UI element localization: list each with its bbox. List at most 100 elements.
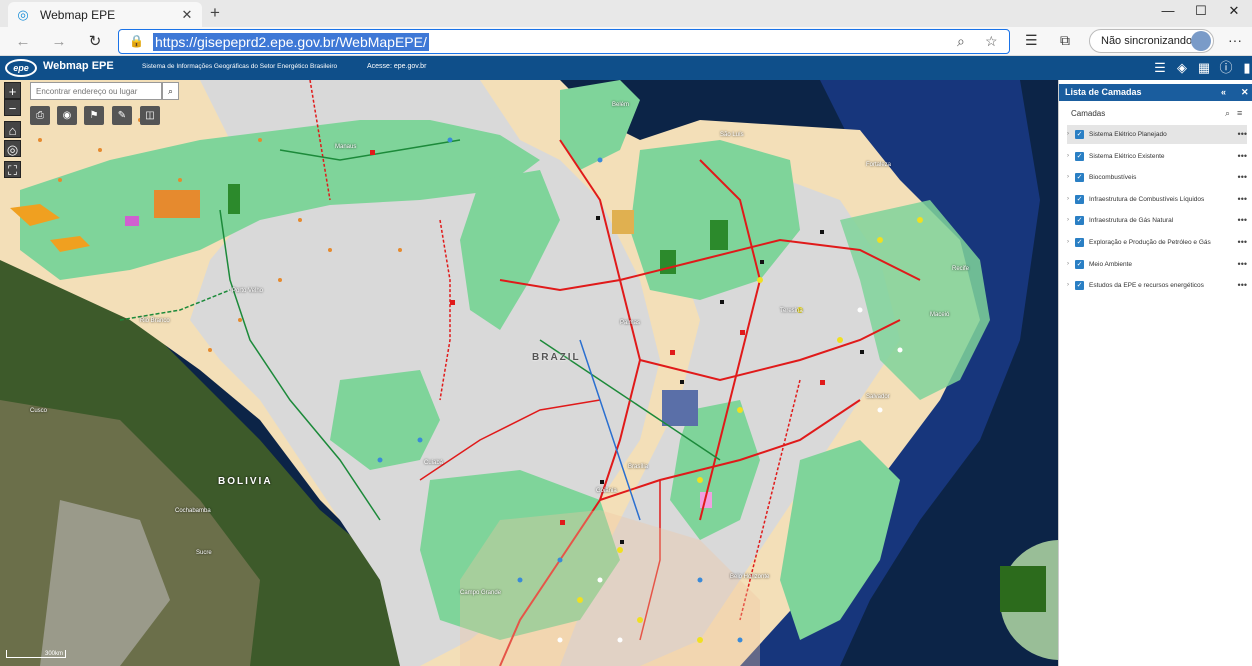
layer-checkbox[interactable]: ✓	[1075, 238, 1084, 247]
expand-chevron-icon[interactable]: ›	[1067, 276, 1069, 295]
layer-item[interactable]: › ✓ Estudos da EPE e recursos energéticos •…	[1067, 276, 1247, 295]
locate-icon[interactable]: ◎	[4, 140, 21, 157]
new-tab-button[interactable]: +	[206, 4, 224, 22]
city-label: Goiânia	[596, 488, 617, 494]
swipe-compare-icon[interactable]: ◫	[140, 106, 160, 125]
expand-chevron-icon[interactable]: ›	[1067, 190, 1069, 209]
address-bar: ← → ↻ 🔒 https://gisepeprd2.epe.gov.br/We…	[0, 27, 1252, 56]
close-window-button[interactable]: ✕	[1216, 0, 1252, 22]
zoom-in-button[interactable]: +	[4, 82, 21, 99]
expand-chevron-icon[interactable]: ›	[1067, 168, 1069, 187]
layer-checkbox[interactable]: ✓	[1075, 151, 1084, 161]
layer-options-icon[interactable]: •••	[1238, 125, 1247, 144]
layer-checkbox[interactable]: ✓	[1075, 216, 1084, 226]
expand-chevron-icon[interactable]: ›	[1067, 211, 1069, 230]
collapse-chevron-icon[interactable]: «	[1221, 84, 1226, 101]
refresh-icon[interactable]: ↻	[84, 31, 106, 53]
layer-item[interactable]: › ✓ Sistema Elétrico Existente •••	[1067, 147, 1247, 166]
forward-arrow-icon[interactable]: →	[48, 31, 70, 53]
layer-item[interactable]: › ✓ Biocombustíveis •••	[1067, 168, 1247, 187]
layer-list-panel: Lista de Camadas « ✕ Camadas ⌕ ≡ › ✓ Siste…	[1058, 80, 1252, 666]
basemap-gallery-icon[interactable]: ◉	[57, 106, 77, 125]
layer-checkbox[interactable]: ✓	[1075, 194, 1084, 204]
layer-checkbox[interactable]: ✓	[1075, 173, 1084, 183]
minimize-button[interactable]: —	[1150, 0, 1186, 22]
back-arrow-icon[interactable]: ←	[12, 31, 34, 53]
layer-options-icon[interactable]: •••	[1238, 255, 1247, 274]
browser-tab[interactable]: ◎ Webmap EPE ✕	[8, 2, 202, 27]
layer-name: Sistema Elétrico Planejado	[1089, 131, 1167, 138]
more-menu-icon[interactable]: ···	[1228, 32, 1242, 48]
layer-search-icon[interactable]: ⌕	[1225, 108, 1230, 119]
tab-title: Webmap EPE	[40, 7, 116, 22]
close-panel-icon[interactable]: ✕	[1241, 84, 1249, 101]
expand-chevron-icon[interactable]: ›	[1067, 233, 1069, 252]
layer-name: Exploração e Produção de Petróleo e Gás	[1089, 239, 1211, 246]
search-input[interactable]	[30, 82, 162, 100]
layer-name: Estudos da EPE e recursos energéticos	[1089, 282, 1204, 290]
close-tab-icon[interactable]: ✕	[180, 7, 194, 23]
zoom-icon[interactable]: ⌕	[957, 33, 965, 50]
map-canvas[interactable]	[0, 80, 1058, 666]
layer-checkbox[interactable]: ✓	[1075, 130, 1084, 139]
panel-toggle-icon[interactable]: ▮	[1238, 59, 1252, 77]
layer-options-icon[interactable]: •••	[1238, 276, 1247, 295]
avatar	[1191, 31, 1211, 51]
country-label-brazil: BRAZIL	[532, 352, 581, 363]
sync-profile-button[interactable]: Não sincronizando	[1089, 29, 1214, 53]
url-input[interactable]: 🔒 https://gisepeprd2.epe.gov.br/WebMapEP…	[118, 29, 1010, 54]
layer-checkbox[interactable]: ✓	[1075, 281, 1084, 291]
app-header: epe Webmap EPE Sistema de Informações Ge…	[0, 56, 1252, 80]
city-label: Campo Grande	[460, 590, 502, 596]
layer-options-icon[interactable]: •••	[1238, 211, 1247, 230]
access-link[interactable]: Acesse: epe.gov.br	[367, 63, 426, 70]
fullscreen-icon[interactable]: ⛶	[4, 161, 21, 178]
layer-options-icon[interactable]: •••	[1238, 233, 1247, 252]
browser-tabbar: ◎ Webmap EPE ✕ + — ☐ ✕	[0, 0, 1252, 27]
layer-checkbox[interactable]: ✓	[1075, 259, 1084, 269]
zoom-out-button[interactable]: −	[4, 99, 21, 116]
layer-item[interactable]: › ✓ Sistema Elétrico Planejado •••	[1067, 125, 1247, 144]
basemap-grid-icon[interactable]: ▦	[1195, 59, 1213, 77]
city-label: Teresina	[780, 308, 803, 314]
layer-name: Biocombustíveis	[1089, 174, 1137, 182]
scale-bar: 300km	[6, 650, 66, 658]
layer-options-icon[interactable]: •••	[1238, 190, 1247, 209]
section-label: Camadas	[1071, 109, 1106, 118]
layer-item[interactable]: › ✓ Infraestrutura de Combustíveis Líquido…	[1067, 190, 1247, 209]
sync-label: Não sincronizando	[1101, 35, 1193, 47]
city-label: Belo Horizonte	[730, 574, 770, 580]
app-subtitle: Sistema de Informações Geográficas do Se…	[142, 63, 338, 70]
city-label: São Luís	[720, 132, 744, 138]
legend-list-icon[interactable]: ☰	[1151, 59, 1169, 77]
maximize-button[interactable]: ☐	[1183, 0, 1219, 22]
home-icon[interactable]: ⌂	[4, 121, 21, 138]
city-label: Belém	[612, 102, 630, 108]
layer-item[interactable]: › ✓ Exploração e Produção de Petróleo e Gá…	[1067, 233, 1247, 252]
print-icon[interactable]: ⎙	[30, 106, 50, 125]
epe-logo: epe	[5, 59, 37, 77]
country-label-bolivia: BOLIVIA	[218, 476, 273, 487]
city-label: Manaus	[335, 144, 357, 150]
city-label: Palmas	[620, 320, 641, 326]
layer-options-icon[interactable]: •••	[1238, 147, 1247, 166]
expand-chevron-icon[interactable]: ›	[1067, 125, 1069, 144]
expand-chevron-icon[interactable]: ›	[1067, 147, 1069, 166]
favorite-star-icon[interactable]: ☆	[985, 33, 998, 50]
info-icon[interactable]: ⓘ	[1217, 59, 1235, 77]
favorites-list-icon[interactable]: ☰	[1025, 32, 1038, 49]
map-view[interactable]: + − ⌂ ◎ ⛶ ⌕ ⎙ ◉ ⚑ ✎ ◫ BRAZIL BOLIVIA Man…	[0, 80, 1058, 666]
layer-item[interactable]: › ✓ Meio Ambiente •••	[1067, 255, 1247, 274]
layer-options-icon[interactable]: •••	[1238, 168, 1247, 187]
collections-icon[interactable]: ⧉	[1060, 32, 1070, 49]
city-label: Salvador	[866, 394, 890, 400]
url-text[interactable]: https://gisepeprd2.epe.gov.br/WebMapEPE/	[153, 33, 429, 51]
expand-chevron-icon[interactable]: ›	[1067, 255, 1069, 274]
measure-pencil-icon[interactable]: ✎	[112, 106, 132, 125]
layer-item[interactable]: › ✓ Infraestrutura de Gás Natural •••	[1067, 211, 1247, 230]
layers-icon[interactable]: ◈	[1173, 59, 1191, 77]
layer-filter-icon[interactable]: ≡	[1237, 108, 1242, 118]
bookmark-icon[interactable]: ⚑	[84, 106, 104, 125]
city-label: Brasília	[628, 464, 649, 470]
search-icon[interactable]: ⌕	[162, 82, 179, 100]
